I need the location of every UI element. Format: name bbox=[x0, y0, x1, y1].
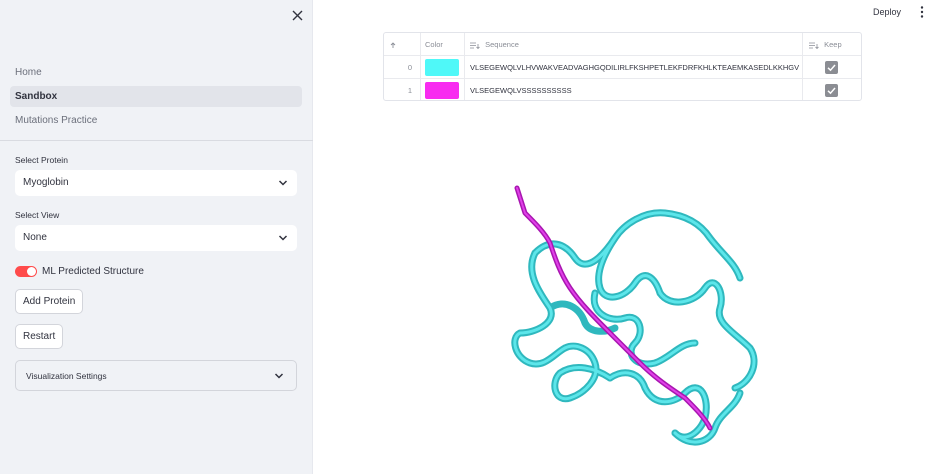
nav-item-mutations-practice[interactable]: Mutations Practice bbox=[10, 110, 302, 131]
sequence-header-label: Sequence bbox=[485, 40, 519, 49]
protein-select-value: Myoglobin bbox=[23, 177, 69, 188]
nav-item-home[interactable]: Home bbox=[10, 62, 302, 83]
sequence-cell[interactable]: VLSEGEWQLVSSSSSSSSSS bbox=[465, 79, 803, 100]
chevron-down-icon bbox=[278, 235, 288, 241]
row-index: 0 bbox=[384, 56, 421, 79]
sequence-column-header[interactable]: Sequence bbox=[465, 33, 803, 56]
color-column-header[interactable]: Color bbox=[421, 33, 465, 56]
ml-predicted-toggle[interactable]: ML Predicted Structure bbox=[15, 264, 144, 278]
deploy-button[interactable]: Deploy bbox=[873, 7, 901, 17]
toggle-label: ML Predicted Structure bbox=[42, 265, 144, 277]
protein-select[interactable]: Myoglobin bbox=[15, 170, 297, 196]
restart-button[interactable]: Restart bbox=[15, 324, 64, 349]
close-icon bbox=[292, 10, 302, 20]
checkbox-checked-icon[interactable] bbox=[825, 84, 838, 97]
app-root: Home Sandbox Mutations Practice Select P… bbox=[0, 0, 940, 474]
close-sidebar-button[interactable] bbox=[288, 6, 306, 24]
sidebar: Home Sandbox Mutations Practice Select P… bbox=[0, 0, 313, 474]
color-swatch bbox=[425, 59, 459, 76]
sort-up-icon bbox=[390, 41, 396, 48]
expander-label: Visualization Settings bbox=[26, 371, 107, 381]
protein-structure-viewer[interactable] bbox=[495, 183, 770, 468]
protein-select-label: Select Protein bbox=[15, 155, 68, 165]
table-row[interactable]: 1 VLSEGEWQLVSSSSSSSSSS bbox=[384, 79, 861, 100]
kebab-menu-icon[interactable] bbox=[917, 5, 927, 19]
color-swatch bbox=[425, 82, 459, 99]
sequence-cell[interactable]: VLSEGEWQLVLHVWAKVEADVAGHGQDILIRLFKSHPETL… bbox=[465, 56, 803, 79]
keep-cell[interactable] bbox=[803, 56, 861, 79]
checkbox-checked-icon[interactable] bbox=[825, 61, 838, 74]
keep-cell[interactable] bbox=[803, 79, 861, 100]
index-column-header[interactable] bbox=[384, 33, 421, 56]
color-cell[interactable] bbox=[421, 79, 465, 100]
text-column-icon bbox=[470, 42, 480, 49]
sequence-table: Color Sequence Keep 0 VLSEGEWQLVLHVWAKVE… bbox=[383, 32, 862, 101]
toggle-switch[interactable] bbox=[15, 265, 37, 277]
sidebar-divider bbox=[0, 140, 313, 141]
chevron-down-icon bbox=[274, 373, 284, 379]
table-row[interactable]: 0 VLSEGEWQLVLHVWAKVEADVAGHGQDILIRLFKSHPE… bbox=[384, 56, 861, 79]
add-protein-button[interactable]: Add Protein bbox=[15, 289, 84, 314]
keep-header-label: Keep bbox=[824, 40, 842, 49]
chevron-down-icon bbox=[278, 180, 288, 186]
row-index: 1 bbox=[384, 79, 421, 100]
nav-item-sandbox[interactable]: Sandbox bbox=[10, 86, 302, 107]
text-column-icon bbox=[809, 42, 819, 49]
view-select[interactable]: None bbox=[15, 225, 297, 251]
page-nav: Home Sandbox Mutations Practice bbox=[10, 62, 302, 134]
table-header-row: Color Sequence Keep bbox=[384, 33, 861, 56]
toggle-knob bbox=[27, 266, 36, 276]
view-select-value: None bbox=[23, 232, 47, 243]
keep-column-header[interactable]: Keep bbox=[803, 33, 861, 56]
visualization-settings-expander[interactable]: Visualization Settings bbox=[15, 360, 297, 391]
view-select-label: Select View bbox=[15, 210, 60, 220]
color-cell[interactable] bbox=[421, 56, 465, 79]
